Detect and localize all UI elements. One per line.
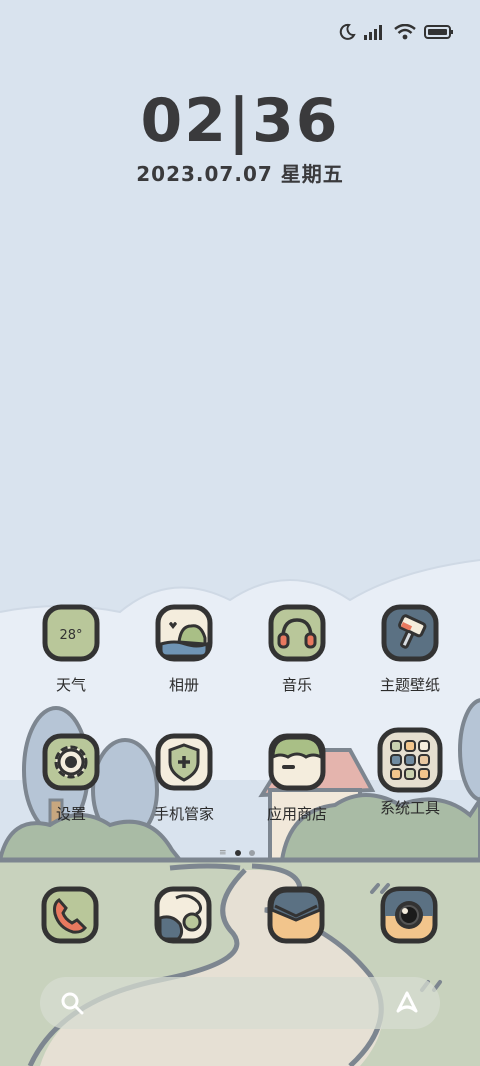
folder-icon: [377, 727, 443, 793]
app-music[interactable]: 音乐: [247, 604, 347, 695]
app-label: 音乐: [281, 676, 312, 694]
app-weather[interactable]: 28° 天气: [21, 604, 121, 695]
paint-roller-icon: [381, 604, 439, 662]
search-icon[interactable]: [60, 991, 84, 1015]
moon-icon: [339, 23, 356, 40]
weather-temp: 28°: [59, 628, 82, 643]
app-label: 系统工具: [379, 799, 440, 817]
clock-time[interactable]: 02|36: [0, 86, 480, 156]
app-gallery[interactable]: 相册: [134, 604, 234, 695]
app-themes[interactable]: 主题壁纸: [360, 604, 460, 695]
camera-icon[interactable]: [380, 886, 438, 944]
page-indicator[interactable]: ≡: [219, 848, 255, 858]
page-list-icon: ≡: [219, 848, 227, 858]
store-bag-icon: [268, 733, 326, 791]
phone-icon[interactable]: [41, 886, 99, 944]
page-dot: [248, 850, 255, 856]
gear-icon: [42, 733, 100, 791]
app-appstore[interactable]: 应用商店: [247, 733, 347, 824]
wifi-icon: [394, 24, 416, 40]
status-bar: [338, 20, 454, 44]
app-label: 主题壁纸: [379, 676, 440, 694]
browser-icon[interactable]: [154, 886, 212, 944]
headphones-icon: [268, 604, 326, 662]
battery-icon: [424, 25, 453, 39]
app-label: 手机管家: [153, 805, 214, 823]
search-bar[interactable]: [40, 977, 440, 1029]
app-settings[interactable]: 设置: [21, 733, 121, 824]
gallery-icon: [155, 604, 213, 662]
app-label: 相册: [168, 676, 199, 694]
app-security[interactable]: 手机管家: [134, 733, 234, 824]
app-label: 应用商店: [266, 805, 327, 823]
page-dot-active: [234, 850, 241, 856]
assistant-icon[interactable]: [394, 989, 420, 1015]
app-label: 天气: [55, 676, 86, 694]
app-tools[interactable]: 系统工具: [360, 727, 460, 818]
messages-icon[interactable]: [267, 886, 325, 944]
signal-icon: [364, 25, 382, 40]
app-label: 设置: [55, 805, 86, 823]
weather-icon: 28°: [42, 604, 100, 662]
shield-icon: [155, 733, 213, 791]
clock-date[interactable]: 2023.07.07 星期五: [0, 158, 480, 187]
